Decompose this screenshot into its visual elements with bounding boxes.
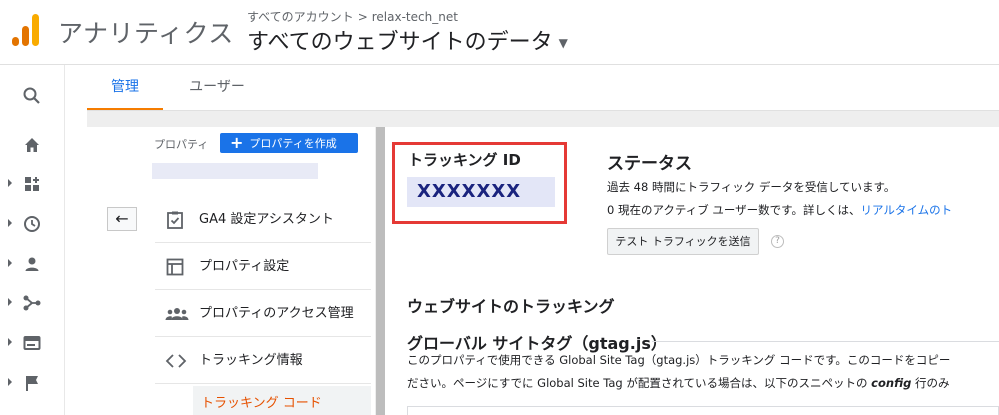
realtime-link[interactable]: リアルタイムのト [860,203,952,217]
menu-label: GA4 設定アシスタント [199,212,334,227]
gtag-description-line1: このプロパティで使用できる Global Site Tag（gtag.js）トラ… [407,353,951,367]
expand-arrow-icon [8,219,12,227]
home-icon [25,138,39,152]
expand-arrow-icon [8,298,12,306]
expand-arrow-icon [8,259,12,267]
analytics-logo-icon[interactable] [12,14,42,46]
left-nav-rail [0,65,65,415]
menu-label: トラッキング情報 [199,353,303,368]
back-arrow-button[interactable]: ← [107,207,137,231]
gtag-description-prefix: ださい。ページにすでに Global Site Tag が配置されている場合は、… [407,376,872,390]
help-icon[interactable]: ? [771,235,784,248]
app-name: アナリティクス [58,19,234,48]
customization-icon [25,177,39,191]
layout-icon [166,258,184,276]
website-tracking-heading: ウェブサイトのトラッキング [407,297,615,316]
checklist-icon [167,211,183,229]
create-property-button[interactable]: + プロパティを作成 [220,133,358,153]
acquisition-icon [23,295,41,311]
status-active-users-text: 0 現在のアクティブ ユーザー数です。詳しくは、リアルタイムのト [607,202,952,218]
expand-arrow-icon [8,378,12,386]
gtag-description-line2: ださい。ページにすでに Global Site Tag が配置されている場合は、… [407,375,950,391]
breadcrumb-separator: > [357,10,368,24]
menu-tracking-info[interactable]: トラッキング情報 [155,339,371,384]
rail-conversions[interactable] [0,364,64,400]
menu-label: プロパティのアクセス管理 [199,306,354,321]
status-active-users-prefix: 0 現在のアクティブ ユーザー数です。詳しくは、 [607,203,861,217]
code-icon [165,354,187,368]
view-title: すべてのウェブサイトのデータ [247,30,553,55]
flag-icon [26,376,38,391]
tab-admin[interactable]: 管理 [87,65,163,110]
column-divider[interactable] [376,127,385,415]
expand-arrow-icon [8,179,12,187]
rail-customization[interactable] [0,165,64,201]
behavior-icon [23,336,41,350]
create-property-label: プロパティを作成 [249,137,337,150]
property-selector[interactable] [152,163,318,179]
tracking-id-value[interactable]: XXXXXXX [407,177,555,207]
menu-sub-label: トラッキング コード [201,396,322,411]
gtag-description-suffix: 行のみ [911,376,950,390]
people-icon [165,308,189,320]
rail-acquisition[interactable] [0,284,64,320]
rail-audience[interactable] [0,245,64,281]
rail-behavior[interactable] [0,324,64,360]
tracking-id-heading: トラッキング ID [408,151,521,169]
plus-icon: + [230,133,244,152]
view-selector[interactable]: すべてのウェブサイトのデータ ▼ [247,24,568,56]
person-icon [25,257,39,271]
section-divider [652,341,999,342]
config-keyword: config [871,376,912,390]
admin-tabs: 管理 ユーザー [87,65,999,111]
clock-icon [24,216,40,232]
status-heading: ステータス [607,154,692,174]
tab-users[interactable]: ユーザー [167,65,267,110]
menu-tracking-code[interactable]: トラッキング コード [193,386,371,415]
rail-home[interactable] [0,126,64,162]
expand-arrow-icon [8,338,12,346]
rail-realtime[interactable] [0,205,64,241]
menu-ga4-setup-assistant[interactable]: GA4 設定アシスタント [155,198,371,243]
gtag-code-snippet[interactable] [407,406,999,415]
breadcrumb-property[interactable]: relax-tech_net [372,10,458,24]
menu-label: プロパティ設定 [199,259,290,274]
menu-property-access[interactable]: プロパティのアクセス管理 [155,292,371,337]
property-label: プロパティ [154,138,209,151]
breadcrumb[interactable]: すべてのアカウント > relax-tech_net [247,8,458,25]
send-test-traffic-button[interactable]: テスト トラフィックを送信 [607,228,759,255]
rail-search[interactable] [0,77,64,113]
gtag-heading: グローバル サイトタグ（gtag.js） [407,334,667,353]
breadcrumb-account[interactable]: すべてのアカウント [247,10,354,24]
caret-down-icon: ▼ [558,36,568,50]
back-arrow-icon: ← [115,209,129,228]
search-icon [23,87,40,104]
status-traffic-text: 過去 48 時間にトラフィック データを受信しています。 [607,180,896,194]
menu-property-settings[interactable]: プロパティ設定 [155,245,371,290]
